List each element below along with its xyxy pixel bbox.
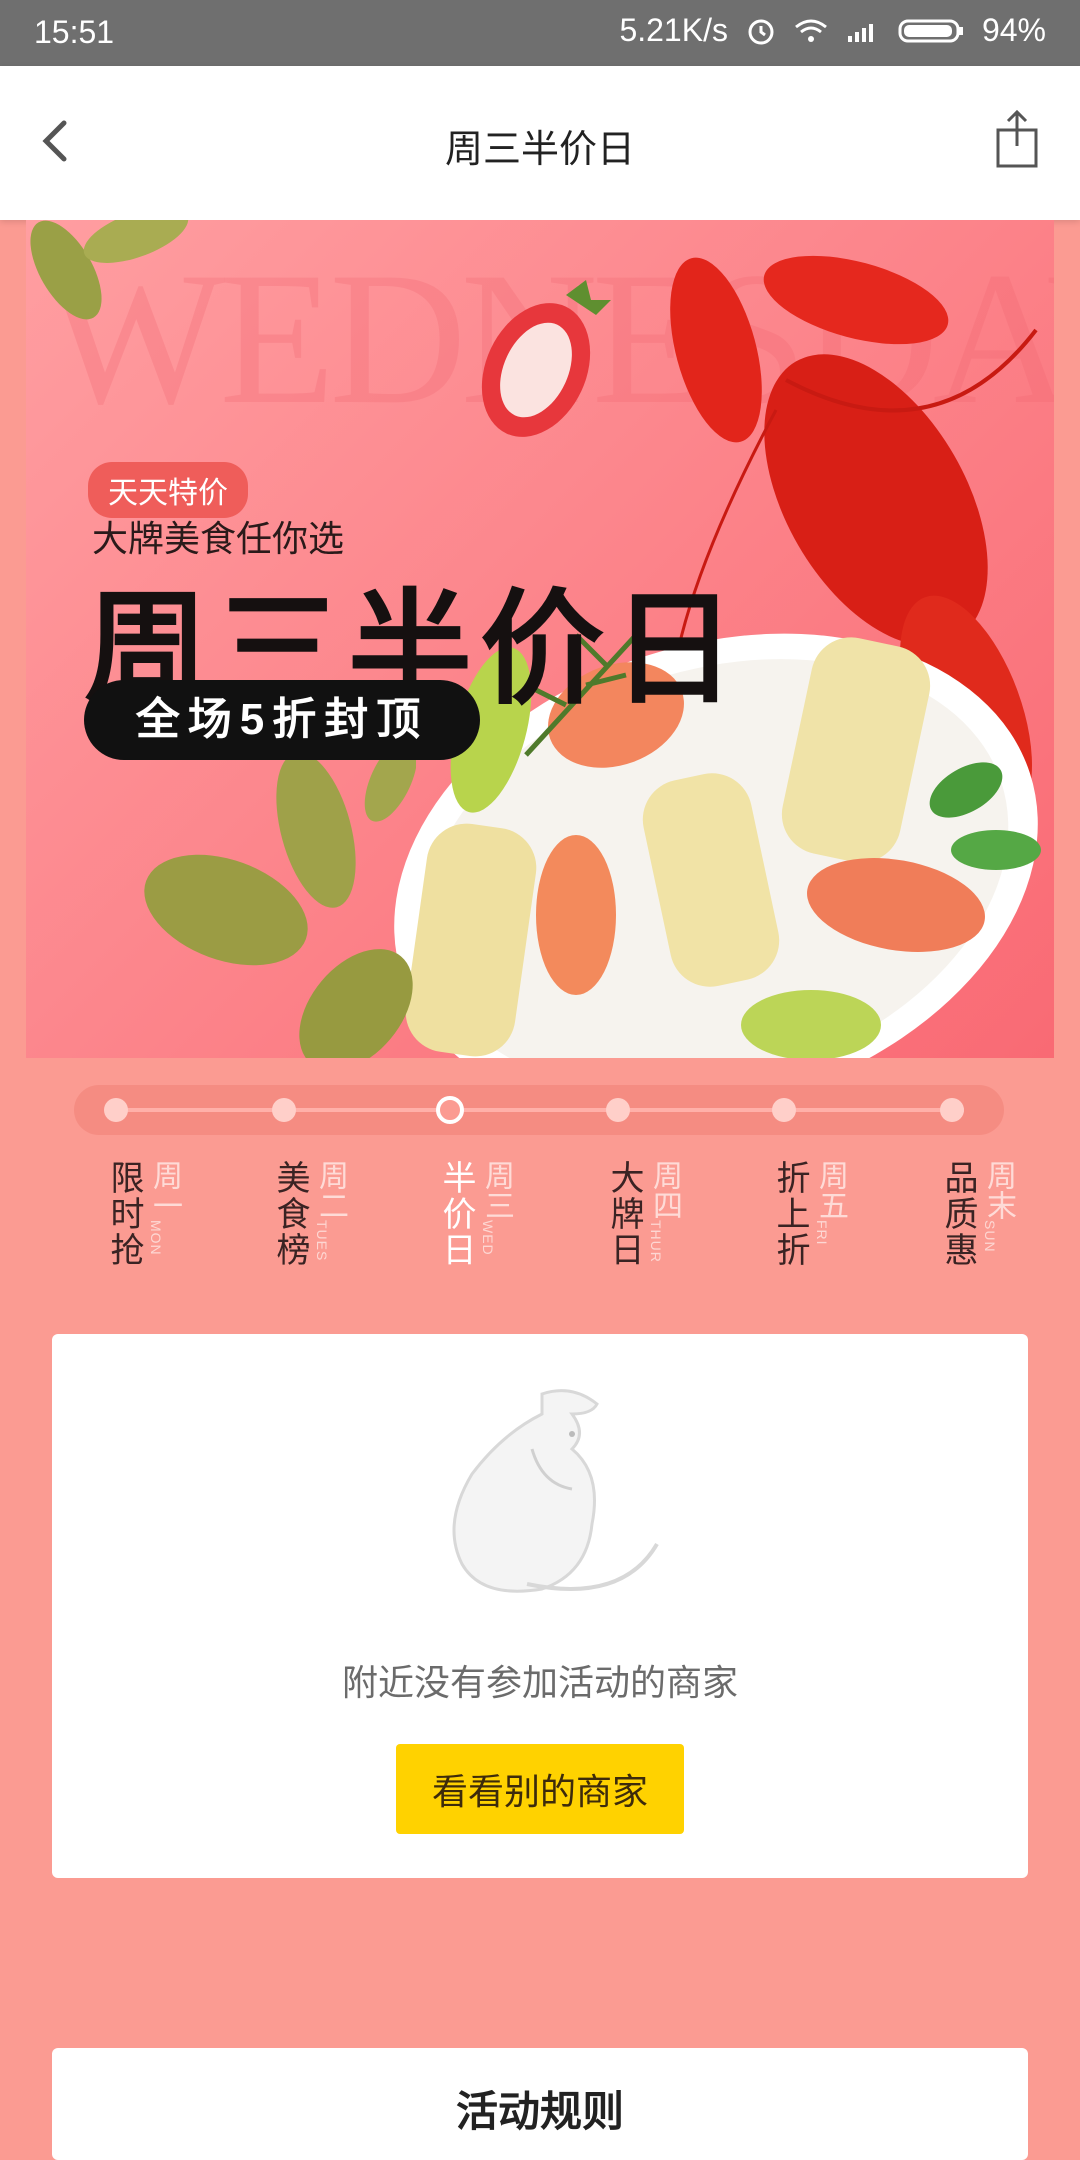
timeline-dot-tue[interactable] — [272, 1098, 296, 1122]
day-en: MON — [148, 1220, 164, 1256]
timeline-track — [114, 1108, 964, 1112]
activity-rules-card[interactable]: 活动规则 — [52, 2048, 1028, 2160]
page-title: 周三半价日 — [444, 129, 635, 171]
day-en: TUES — [314, 1220, 330, 1262]
day-en: WED — [480, 1220, 496, 1256]
day-en: THUR — [648, 1220, 664, 1263]
tab-wednesday[interactable]: 半价日 周三 WED — [432, 1160, 542, 1280]
activity-rules-title: 活动规则 — [455, 2088, 624, 2135]
navigation-bar: 周三半价日 — [0, 66, 1080, 220]
status-bar: 15:51 5.21K/s 94% — [0, 0, 1080, 66]
tab-tuesday[interactable]: 美食榜 周二 TUES — [266, 1160, 376, 1280]
weekday-timeline — [74, 1085, 1004, 1135]
wifi-icon — [795, 19, 827, 42]
day-weekday: 周一 — [148, 1160, 181, 1220]
day-weekday: 周末 — [982, 1160, 1015, 1220]
status-right: 5.21K/s 94% — [619, 12, 1046, 49]
signal-icon — [847, 23, 873, 42]
timeline-dot-fri[interactable] — [772, 1098, 796, 1122]
alarm-icon — [748, 19, 774, 44]
empty-state-message: 附近没有参加活动的商家 — [341, 1662, 738, 1703]
day-weekday: 周二 — [314, 1160, 347, 1220]
battery-percent: 94% — [981, 12, 1046, 48]
promo-banner[interactable]: WEDNESDAY 天 — [26, 220, 1054, 1058]
timeline-dot-sun[interactable] — [940, 1098, 964, 1122]
day-weekday: 周四 — [648, 1160, 681, 1220]
day-en: FRI — [814, 1220, 830, 1246]
status-time: 15:51 — [34, 14, 115, 50]
day-weekday: 周五 — [814, 1160, 847, 1220]
tab-monday[interactable]: 限时抢 周一 MON — [100, 1160, 210, 1280]
strawberry-icon — [481, 280, 611, 437]
leaf-icon — [30, 220, 189, 320]
share-icon[interactable] — [982, 106, 1052, 176]
timeline-dot-mon[interactable] — [104, 1098, 128, 1122]
leaf-icon — [144, 740, 416, 1058]
network-speed: 5.21K/s — [619, 12, 728, 48]
tab-friday[interactable]: 折上折 周五 FRI — [766, 1160, 876, 1280]
timeline-dot-thu[interactable] — [606, 1098, 630, 1122]
battery-icon — [898, 19, 963, 42]
day-en: SUN — [982, 1220, 998, 1253]
tab-weekend[interactable]: 品质惠 周末 SUN — [934, 1160, 1044, 1280]
weekday-tabs: 限时抢 周一 MON 美食榜 周二 TUES 半价日 周三 WED 大牌日 周四… — [0, 1160, 1080, 1280]
kangaroo-mascot-icon — [452, 1389, 659, 1593]
empty-state-card: 附近没有参加活动的商家 看看别的商家 — [52, 1334, 1028, 1878]
discount-pill: 全场5折封顶 — [84, 680, 480, 760]
timeline-dot-wed[interactable] — [436, 1096, 464, 1124]
tab-thursday[interactable]: 大牌日 周四 THUR — [600, 1160, 710, 1280]
browse-other-merchants-button[interactable]: 看看别的商家 — [396, 1744, 684, 1834]
day-weekday: 周三 — [480, 1160, 513, 1220]
